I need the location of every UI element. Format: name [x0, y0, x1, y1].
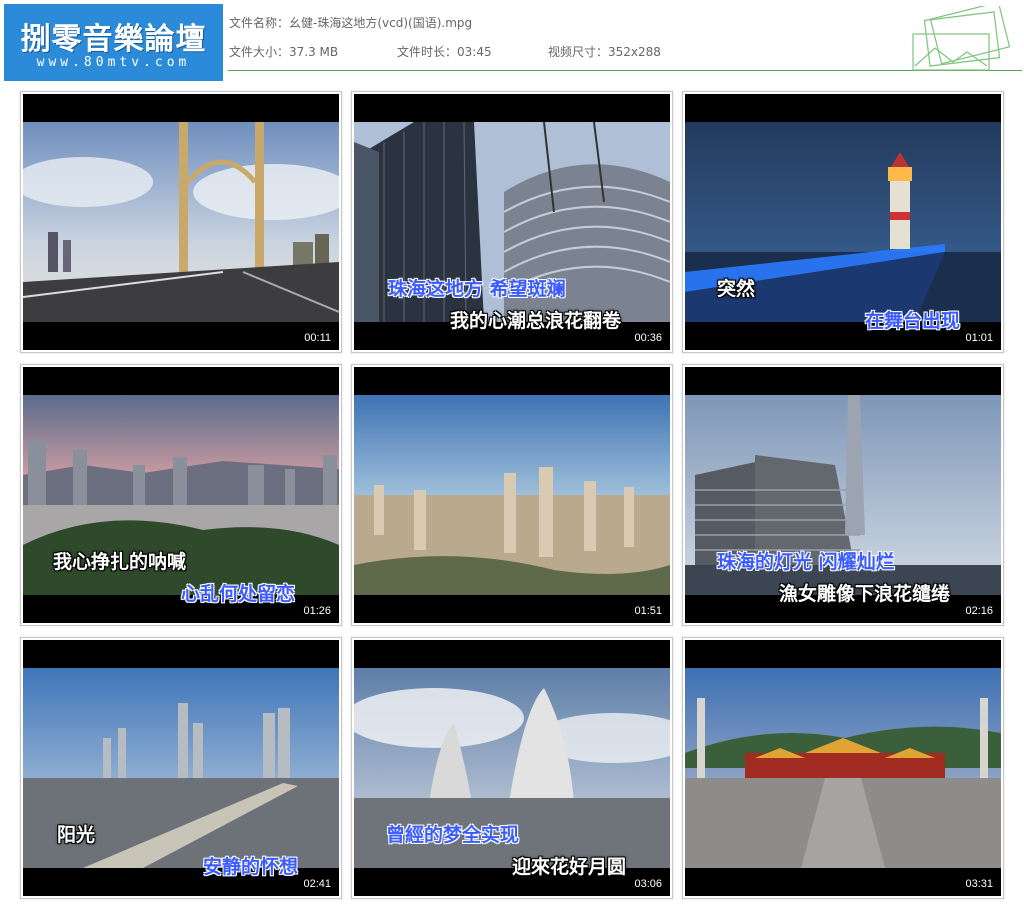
video-frame: 突然 在舞台出现 01:01	[685, 94, 1001, 350]
lyric-line-bottom: 漁女雕像下浪花缱绻	[779, 583, 951, 605]
video-size-value: 352x288	[608, 45, 661, 59]
video-size-row: 视频尺寸：352x288	[548, 43, 661, 60]
scene-temple	[685, 668, 1001, 868]
file-size-value: 37.3 MB	[289, 45, 339, 59]
thumbnail[interactable]: 01:51	[351, 364, 673, 626]
video-frame: 珠海的灯光 闪耀灿烂 漁女雕像下浪花缱绻 02:16	[685, 367, 1001, 623]
thumbnail[interactable]: 珠海的灯光 闪耀灿烂 漁女雕像下浪花缱绻 02:16	[682, 364, 1004, 626]
timestamp: 00:36	[634, 332, 662, 344]
logo-title: 捌零音樂論壇	[20, 22, 207, 57]
thumbnail[interactable]: 03:31	[682, 637, 1004, 899]
logo-url: www.80mtv.com	[36, 55, 191, 70]
lyric-line-bottom: 心乱何处留恋	[181, 583, 296, 605]
timestamp: 03:31	[965, 878, 993, 890]
file-size-label: 文件大小：	[229, 45, 290, 59]
thumbnail[interactable]: 我心挣扎的呐喊 心乱何处留恋 01:26	[20, 364, 342, 626]
timestamp: 00:11	[304, 332, 331, 344]
header-divider	[228, 70, 1022, 71]
file-name-row: 文件名称：幺健-珠海这地方(vcd)(国语).mpg	[229, 14, 472, 31]
timestamp: 02:41	[303, 878, 331, 890]
timestamp: 03:06	[634, 878, 662, 890]
video-size-label-text: 视频尺寸：	[548, 45, 609, 59]
timestamp: 01:51	[634, 605, 662, 617]
scene-bridge	[23, 122, 339, 322]
lyric-line-bottom: 迎來花好月圆	[512, 856, 627, 878]
thumbnail[interactable]: 珠海这地方 希望斑斓 我的心潮总浪花翻卷 00:36	[351, 91, 673, 353]
timestamp: 01:26	[303, 605, 331, 617]
timestamp: 02:16	[965, 605, 993, 617]
file-size-row: 文件大小：37.3 MB	[229, 43, 338, 60]
thumbnail[interactable]: 00:11	[20, 91, 342, 353]
scene-city-aerial	[354, 395, 670, 595]
video-frame: 我心挣扎的呐喊 心乱何处留恋 01:26	[23, 367, 339, 623]
duration-label: 文件时长：	[397, 45, 458, 59]
photo-stack-icon	[912, 6, 1011, 71]
video-frame: 阳光 安静的怀想 02:41	[23, 640, 339, 896]
thumbnail[interactable]: 突然 在舞台出现 01:01	[682, 91, 1004, 353]
video-frame: 00:11	[23, 94, 339, 350]
video-frame: 03:31	[685, 640, 1001, 896]
lyric-line-top: 珠海的灯光 闪耀灿烂	[717, 551, 895, 573]
lyric-line-top: 珠海这地方 希望斑斓	[388, 278, 566, 300]
file-name-label: 文件名称：	[229, 16, 290, 30]
timestamp: 01:01	[965, 332, 993, 344]
thumbnail[interactable]: 曾經的梦全实现 迎來花好月圆 03:06	[351, 637, 673, 899]
duration-value: 03:45	[457, 45, 492, 59]
site-logo: 捌零音樂論壇 www.80mtv.com	[4, 4, 223, 81]
lyric-line-bottom: 我的心潮总浪花翻卷	[450, 310, 622, 332]
video-frame: 曾經的梦全实现 迎來花好月圆 03:06	[354, 640, 670, 896]
video-frame: 01:51	[354, 367, 670, 623]
lyric-line-top: 阳光	[57, 824, 96, 846]
lyric-line-bottom: 在舞台出现	[865, 310, 961, 332]
lyric-line-top: 曾經的梦全实现	[386, 824, 520, 846]
lyric-line-top: 突然	[717, 278, 756, 300]
lyric-line-bottom: 安静的怀想	[203, 856, 299, 878]
video-frame: 珠海这地方 希望斑斓 我的心潮总浪花翻卷 00:36	[354, 94, 670, 350]
lyric-line-top: 我心挣扎的呐喊	[53, 551, 187, 573]
file-name-value: 幺健-珠海这地方(vcd)(国语).mpg	[289, 16, 473, 30]
duration-row: 文件时长：03:45	[397, 43, 492, 60]
thumbnail[interactable]: 阳光 安静的怀想 02:41	[20, 637, 342, 899]
